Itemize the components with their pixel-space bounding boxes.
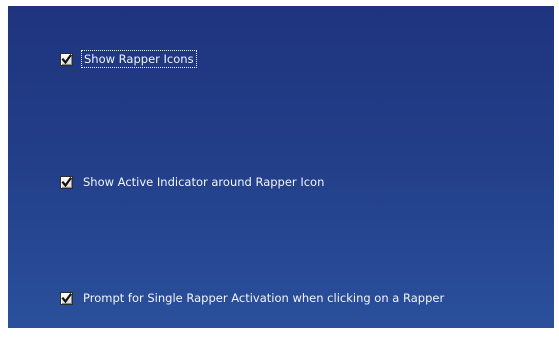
prompt-single-activation-checkbox[interactable]: [60, 291, 73, 305]
prompt-single-activation-option[interactable]: Prompt for Single Rapper Activation when…: [60, 291, 444, 305]
settings-panel: Show Rapper Icons Show Active Indicator …: [8, 6, 554, 328]
show-rapper-icons-checkbox[interactable]: [60, 52, 73, 66]
checkmark-icon: [61, 292, 72, 303]
checkmark-icon: [61, 176, 72, 187]
show-active-indicator-checkbox[interactable]: [60, 175, 73, 189]
show-rapper-icons-label[interactable]: Show Rapper Icons: [81, 50, 197, 68]
show-active-indicator-label[interactable]: Show Active Indicator around Rapper Icon: [83, 175, 324, 189]
show-rapper-icons-option[interactable]: Show Rapper Icons: [60, 50, 197, 68]
show-active-indicator-option[interactable]: Show Active Indicator around Rapper Icon: [60, 175, 324, 189]
prompt-single-activation-label[interactable]: Prompt for Single Rapper Activation when…: [83, 291, 444, 305]
checkmark-icon: [61, 53, 72, 64]
